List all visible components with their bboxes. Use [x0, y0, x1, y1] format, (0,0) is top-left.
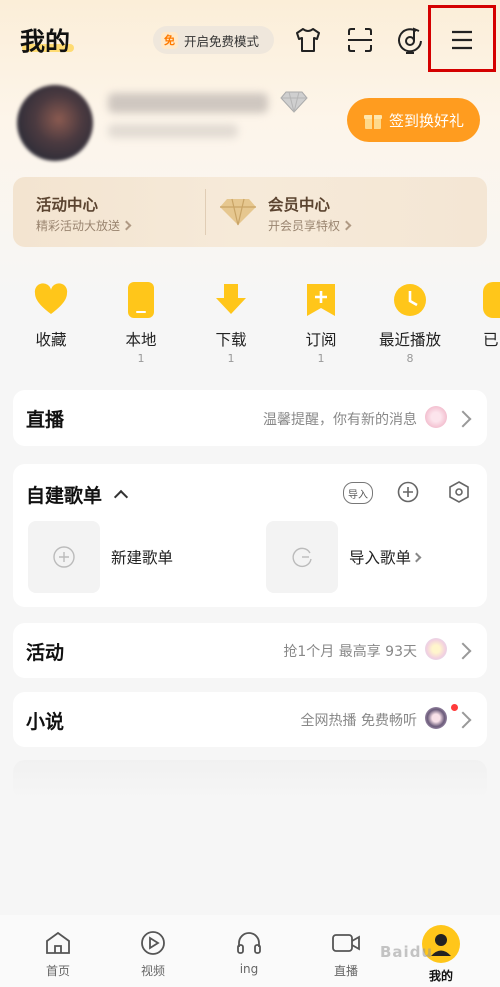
chevron-up-icon — [113, 489, 129, 505]
skin-shirt-icon[interactable] — [292, 24, 324, 56]
signin-rewards-button[interactable]: 签到换好礼 — [347, 98, 480, 142]
live-section[interactable]: 直播 温馨提醒，你有新的消息 — [13, 390, 487, 446]
nav-live[interactable]: 直播 — [316, 930, 376, 979]
quick-action-label: 下载 — [215, 331, 247, 349]
vip-center-link[interactable]: 会员中心 开会员享特权 — [268, 193, 352, 234]
novel-title: 小说 — [26, 711, 65, 733]
user-info-blurred — [108, 124, 238, 138]
quick-action-count — [16, 352, 86, 366]
chevron-right-icon — [454, 711, 472, 729]
activity-center-sub: 精彩活动大放送 — [36, 219, 121, 233]
chevron-right-icon — [121, 220, 132, 231]
home-icon — [46, 931, 70, 954]
phone-icon — [128, 282, 154, 318]
menu-icon[interactable] — [446, 24, 478, 56]
new-playlist-button[interactable]: 新建歌单 — [28, 521, 173, 593]
activity-center-link[interactable]: 活动中心 精彩活动大放送 — [36, 193, 132, 234]
live-avatar-icon — [425, 406, 447, 428]
activity-title: 活动 — [26, 642, 65, 664]
gift-icon — [363, 115, 382, 129]
playlists-section: 自建歌单 导入 新建歌单 导入歌单 — [13, 464, 487, 607]
scan-icon[interactable] — [344, 24, 376, 56]
free-mode-label: 开启免费模式 — [184, 33, 260, 49]
live-title: 直播 — [26, 409, 65, 431]
vip-center-title: 会员中心 — [268, 196, 331, 214]
music-recognize-icon[interactable] — [394, 24, 426, 56]
import-playlist-tile — [266, 521, 338, 593]
new-playlist-tile — [28, 521, 100, 593]
plus-circle-icon — [53, 546, 75, 568]
activity-hint: 抢1个月 最高享 93天 — [283, 644, 417, 660]
free-mode-button[interactable]: 免 开启免费模式 — [153, 26, 274, 54]
import-playlist-button[interactable]: 导入歌单 — [266, 521, 422, 593]
purchased-icon — [483, 282, 500, 318]
quick-action-count: 1 — [137, 352, 145, 365]
quick-action-label: 收藏 — [35, 331, 67, 349]
quick-action-label: 订阅 — [305, 331, 337, 349]
promo-divider — [205, 189, 206, 235]
nav-label: 首页 — [45, 964, 70, 978]
quick-action-count: 1 — [227, 352, 235, 365]
nav-label: 直播 — [333, 964, 358, 978]
settings-hex-icon[interactable] — [447, 480, 471, 508]
clock-icon — [392, 282, 428, 318]
nav-ing[interactable]: ing — [219, 930, 279, 976]
quick-action-label: 本地 — [125, 331, 157, 349]
content-fade — [13, 760, 487, 800]
nav-video[interactable]: 视频 — [123, 930, 183, 979]
chevron-right-icon — [411, 552, 422, 562]
import-playlist-label: 导入歌单 — [349, 549, 412, 567]
activity-section[interactable]: 活动 抢1个月 最高享 93天 — [13, 623, 487, 678]
nav-label: 视频 — [140, 964, 165, 978]
quick-action-favorites[interactable]: 收藏 — [16, 282, 86, 366]
quick-action-count — [465, 352, 500, 366]
headphones-icon — [237, 932, 261, 954]
activity-center-title: 活动中心 — [36, 196, 99, 214]
playlists-header[interactable]: 自建歌单 — [26, 481, 129, 508]
avatar[interactable] — [17, 85, 93, 161]
video-play-icon — [141, 931, 165, 955]
novel-section[interactable]: 小说 全网热播 免费畅听 — [13, 692, 487, 747]
page-title: 我的 — [20, 27, 71, 56]
watermark: Baidu — [380, 943, 434, 961]
new-playlist-label: 新建歌单 — [111, 549, 174, 567]
quick-action-purchased[interactable]: 已 — [465, 282, 500, 366]
live-camera-icon — [332, 934, 360, 952]
quick-action-recent[interactable]: 最近播放 8 — [375, 282, 445, 366]
signin-label: 签到换好礼 — [388, 111, 464, 130]
chevron-right-icon — [341, 220, 352, 231]
playlists-title: 自建歌单 — [26, 485, 103, 507]
notification-dot — [451, 704, 458, 711]
nav-home[interactable]: 首页 — [28, 930, 88, 979]
crown-diamond-icon — [219, 193, 257, 231]
vip-diamond-icon[interactable] — [280, 90, 308, 118]
nav-label: 我的 — [428, 969, 453, 983]
download-icon — [213, 282, 249, 318]
quick-action-count: 8 — [406, 352, 414, 365]
import-circle-icon — [292, 547, 312, 568]
quick-action-local[interactable]: 本地 1 — [106, 282, 176, 366]
vip-center-sub: 开会员享特权 — [268, 219, 341, 233]
quick-action-count: 1 — [317, 352, 325, 365]
quick-action-label: 已 — [483, 331, 499, 349]
import-badge-button[interactable]: 导入 — [343, 482, 373, 504]
nav-mine[interactable]: 我的 — [411, 967, 471, 984]
free-badge: 免 — [161, 31, 178, 49]
quick-action-label: 最近播放 — [378, 331, 441, 349]
live-hint: 温馨提醒，你有新的消息 — [263, 412, 417, 428]
novel-hint: 全网热播 免费畅听 — [300, 713, 417, 729]
quick-action-download[interactable]: 下载 1 — [196, 282, 266, 366]
chevron-right-icon — [454, 642, 472, 660]
novel-avatar-icon — [425, 707, 447, 729]
nav-label: ing — [239, 962, 259, 976]
subscribe-icon — [303, 282, 339, 318]
import-badge-label: 导入 — [348, 489, 368, 501]
add-playlist-icon[interactable] — [397, 481, 419, 507]
username-blurred[interactable] — [108, 93, 268, 113]
activity-avatar-icon — [425, 638, 447, 660]
heart-icon — [33, 282, 69, 318]
chevron-right-icon — [454, 410, 472, 428]
quick-action-subscribe[interactable]: 订阅 1 — [286, 282, 356, 366]
promo-card: 活动中心 精彩活动大放送 会员中心 开会员享特权 — [13, 177, 487, 247]
